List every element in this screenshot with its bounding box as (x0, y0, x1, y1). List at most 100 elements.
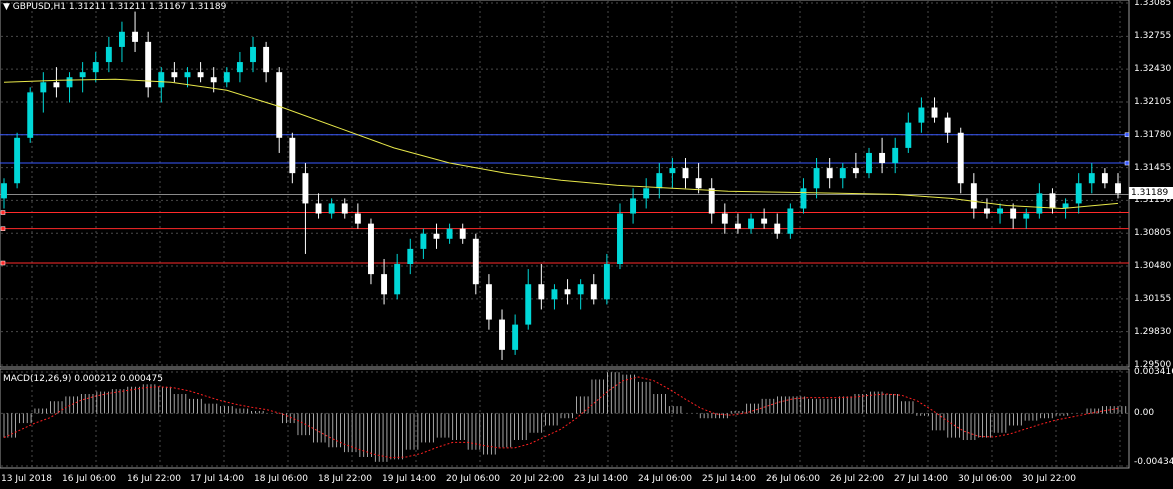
time-axis-label: 20 Jul 22:00 (510, 474, 564, 484)
candle-bear (721, 213, 728, 224)
time-axis-label: 30 Jul 22:00 (1022, 474, 1076, 484)
chart-window[interactable]: ▼ GBPUSD,H1 1.31211 1.31211 1.31167 1.31… (0, 0, 1173, 489)
macd-axis-label: 0.00 (1134, 408, 1155, 419)
candle-bull (839, 168, 846, 179)
candle-bear (983, 208, 990, 214)
candle-bull (551, 289, 558, 300)
candle-bear (734, 223, 741, 229)
candle-bear (931, 107, 938, 118)
candle-bear (53, 82, 60, 88)
candle-bear (970, 183, 977, 209)
candle-bull (66, 77, 73, 88)
candle-bear (276, 72, 283, 138)
candle-bear (944, 117, 951, 133)
candle-bull (512, 324, 519, 350)
candle-bear (263, 46, 270, 73)
price-axis-label: 1.29830 (1134, 326, 1172, 337)
time-axis-label: 18 Jul 06:00 (254, 474, 308, 484)
candle-bull (1075, 183, 1082, 204)
price-axis-label: 1.30480 (1134, 261, 1172, 272)
ohlc-values: 1.31211 1.31211 1.31167 1.31189 (68, 2, 227, 12)
moving-average-line (3, 78, 1119, 210)
candle-bear (1049, 193, 1056, 209)
candle-bear (1115, 183, 1121, 194)
candle-bull (630, 198, 637, 214)
candle-bull (92, 62, 99, 73)
candle-bear (433, 233, 440, 239)
time-axis-label: 19 Jul 14:00 (382, 474, 436, 484)
candle-bear (826, 168, 833, 179)
time-axis-label: 26 Jul 06:00 (766, 474, 820, 484)
macd-axis-label: -0.004345 (1134, 457, 1173, 467)
candle-bull (813, 168, 820, 189)
candle-bull (892, 147, 899, 164)
price-axis-label: 1.30155 (1134, 293, 1172, 304)
candle-bear (354, 213, 361, 224)
dropdown-triangle-icon[interactable]: ▼ (3, 2, 10, 12)
candle-bull (525, 284, 532, 325)
candle-bull (787, 208, 794, 234)
candle-bear (302, 173, 309, 204)
price-axis-label: 1.32105 (1134, 96, 1172, 107)
candle-bear (368, 223, 374, 275)
price-axis-label: 1.33085 (1134, 0, 1172, 8)
candle-bear (341, 203, 348, 214)
candle-bear (315, 203, 322, 214)
candle-bull (40, 82, 47, 93)
candle-bear (761, 218, 768, 224)
candle-bear (774, 223, 781, 234)
candle-bull (407, 248, 414, 265)
current-price-label: 1.31189 (1129, 187, 1173, 199)
candle-bull (577, 284, 584, 295)
candle-bear (564, 289, 571, 295)
candle-bear (852, 168, 859, 174)
price-axis-label: 1.31780 (1134, 129, 1172, 140)
time-axis-label: 23 Jul 14:00 (574, 474, 628, 484)
time-axis-label: 13 Jul 2018 (1, 474, 52, 484)
candle-bull (800, 188, 807, 209)
candle-bear (459, 228, 466, 239)
time-axis-label: 26 Jul 22:00 (830, 474, 884, 484)
candle-bull (184, 72, 191, 78)
time-axis-label: 17 Jul 14:00 (190, 474, 244, 484)
candle-bull (79, 72, 86, 78)
symbol-timeframe: GBPUSD,H1 (12, 2, 66, 12)
candle-bear (590, 284, 597, 300)
candle-bull (420, 233, 427, 249)
candle-bull (997, 208, 1003, 214)
time-axis-label: 27 Jul 14:00 (894, 474, 948, 484)
candle-bear (682, 168, 689, 179)
time-axis-label: 18 Jul 22:00 (318, 474, 372, 484)
macd-header: MACD(12,26,9) 0.000212 0.000475 (3, 374, 163, 384)
candle-bull (328, 203, 335, 214)
candle-bull (643, 188, 650, 199)
time-axis-label: 25 Jul 14:00 (702, 474, 756, 484)
candle-bull (918, 107, 925, 123)
candle-bear (289, 137, 296, 174)
candle-bull (394, 264, 401, 295)
price-axis-label: 1.31455 (1134, 162, 1172, 173)
level-handle-red (0, 210, 6, 215)
candle-bull (656, 173, 663, 189)
candle-bear (499, 319, 505, 350)
time-axis-label: 30 Jul 06:00 (958, 474, 1012, 484)
candle-bull (223, 72, 230, 83)
candle-bear (485, 284, 492, 320)
level-handle-blue (1124, 132, 1130, 138)
main-pane-frame (0, 0, 1130, 368)
candle-bear (210, 77, 217, 83)
candle-bear (879, 152, 886, 164)
candle-bull (748, 218, 754, 229)
candle-bear (538, 284, 545, 300)
candle-bull (250, 46, 256, 63)
chart-canvas[interactable] (0, 0, 1173, 489)
candle-bull (1023, 213, 1030, 219)
price-axis-label: 1.30805 (1134, 228, 1172, 239)
candle-bull (105, 46, 112, 63)
candle-bear (197, 72, 204, 78)
candle-bull (158, 72, 165, 88)
price-axis-label: 1.32755 (1134, 31, 1172, 42)
candle-bull (446, 228, 453, 239)
candle-bear (695, 178, 702, 189)
candle-bull (119, 31, 125, 47)
